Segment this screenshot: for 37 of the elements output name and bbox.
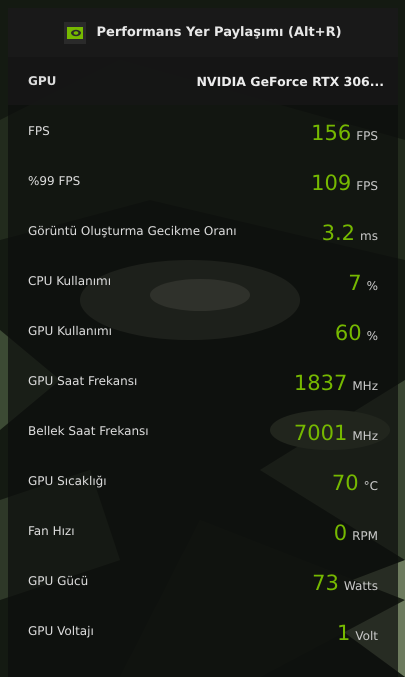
metric-unit: °C [364,479,378,493]
metric-value: 73 [312,570,339,596]
metric-unit: RPM [352,529,378,543]
metric-label: GPU Voltajı [28,623,94,640]
metric-value: 1837 [294,370,348,396]
metric-label: Fan Hızı [28,523,75,540]
metric-label: %99 FPS [28,173,80,190]
metric-unit: MHz [352,429,378,443]
metric-label: GPU Kullanımı [28,323,112,340]
metric-unit: % [366,279,378,293]
metric-value: 1 [336,620,350,646]
metric-unit: Watts [344,579,378,593]
metric-label: GPU Saat Frekansı [28,373,138,390]
metric-value: 60 [334,320,362,346]
metric-value: 109 [311,170,352,196]
eye-logo-icon [64,22,86,44]
metric-label: Bellek Saat Frekansı [28,423,149,440]
metric-label: CPU Kullanımı [28,273,112,290]
metric-value: 0 [334,520,348,546]
metric-label: GPU Sıcaklığı [28,473,107,490]
metric-unit: FPS [356,179,378,193]
metric-value: 7001 [294,420,348,446]
metric-label: Görüntü Oluşturma Gecikme Oranı [28,223,237,240]
metric-value: 3.2 [322,220,356,246]
metric-unit: FPS [356,129,378,143]
metric-unit: % [366,329,378,343]
metric-unit: Volt [355,629,378,643]
gpu-name: NVIDIA GeForce RTX 306... [196,74,384,88]
metric-label: GPU Gücü [28,573,88,590]
metric-label: FPS [28,123,50,140]
metric-unit: ms [360,229,378,243]
gpu-label: GPU [28,73,56,90]
metric-value: 7 [348,270,362,296]
overlay-title: Performans Yer Paylaşımı (Alt+R) [96,25,342,40]
metric-value: 70 [332,470,359,496]
metric-unit: MHz [352,379,378,393]
metric-value: 156 [311,120,352,146]
